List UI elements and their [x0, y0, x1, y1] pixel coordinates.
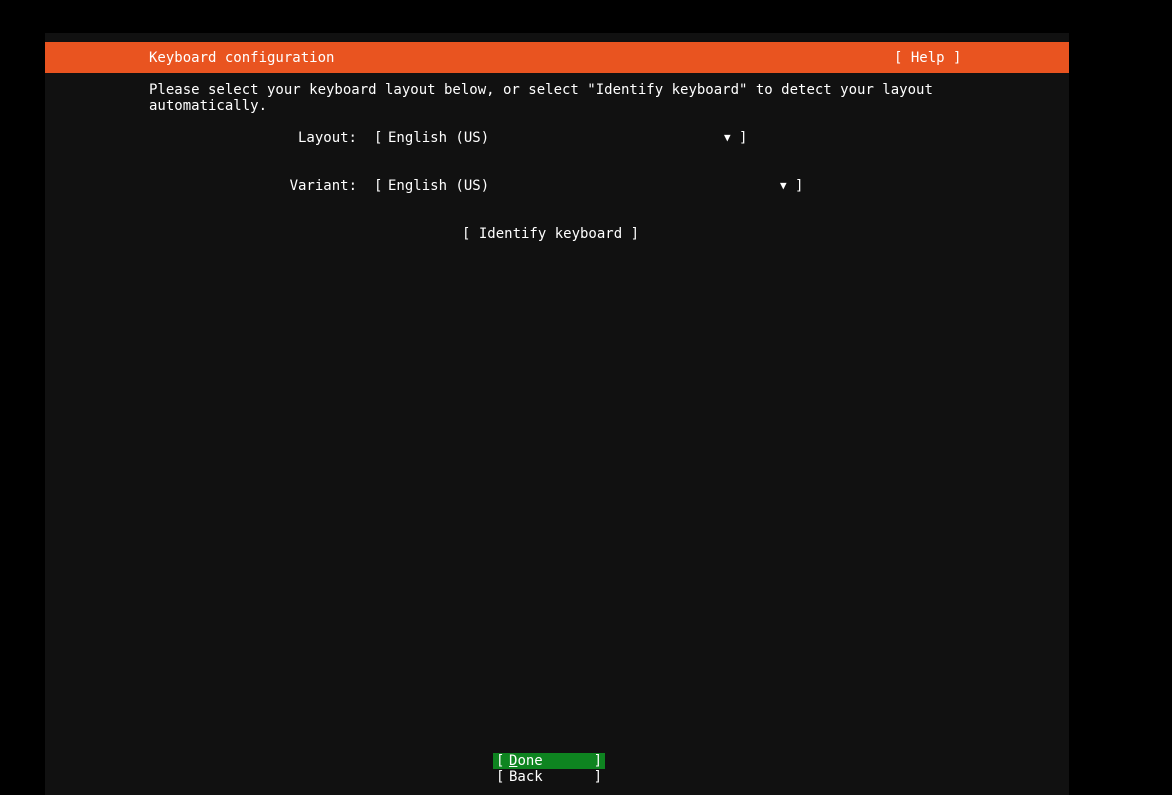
instructions-text: Please select your keyboard layout below… — [149, 82, 933, 114]
done-label-rest: one — [517, 753, 543, 769]
variant-label: Variant: — [289, 178, 357, 194]
done-label: Done — [509, 753, 543, 769]
done-open-bracket: [ — [496, 753, 505, 769]
identify-keyboard-button[interactable]: [ Identify keyboard ] — [462, 226, 639, 242]
variant-close-bracket: ] — [795, 178, 804, 194]
installer-screen: Keyboard configuration [ Help ] Please s… — [45, 33, 1069, 795]
page-title: Keyboard configuration — [149, 50, 335, 66]
variant-open-bracket: [ — [374, 178, 383, 194]
back-label: Back — [509, 769, 543, 785]
layout-dropdown-icon: ▼ — [724, 131, 731, 144]
layout-label: Layout: — [297, 130, 357, 146]
done-close-bracket: ] — [593, 753, 602, 769]
back-open-bracket: [ — [496, 769, 505, 785]
layout-select[interactable]: [ English (US) ▼ ] — [374, 130, 747, 146]
variant-dropdown-icon: ▼ — [780, 179, 787, 192]
variant-value: English (US) — [388, 178, 490, 194]
layout-open-bracket: [ — [374, 130, 383, 146]
layout-value: English (US) — [388, 130, 490, 146]
back-button[interactable]: [ Back ] — [493, 769, 605, 785]
done-button[interactable]: [ Done ] — [493, 753, 605, 769]
back-close-bracket: ] — [593, 769, 602, 785]
layout-close-bracket: ] — [739, 130, 748, 146]
variant-select[interactable]: [ English (US) ▼ ] — [374, 178, 803, 194]
help-button[interactable]: [ Help ] — [894, 50, 961, 66]
